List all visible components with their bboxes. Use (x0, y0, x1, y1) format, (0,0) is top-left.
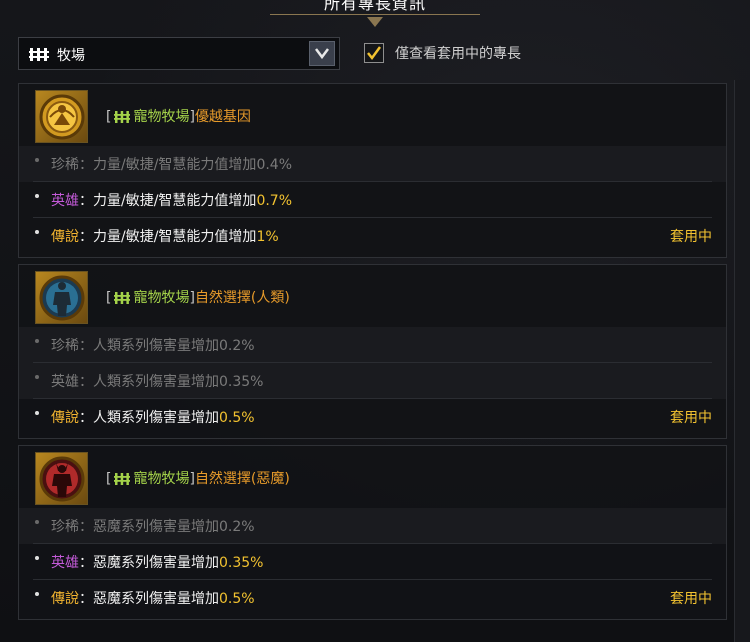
tier-row-legend: 傳說：力量/敏捷/智慧能力值增加1% 套用中 (33, 218, 712, 254)
scrollbar-track[interactable] (734, 80, 750, 642)
skill-card: [寵物牧場]優越基因 珍稀：力量/敏捷/智慧能力值增加0.4% 英雄：力量/敏捷… (18, 83, 727, 258)
skill-card: [寵物牧場]自然選擇(人類) 珍稀：人類系列傷害量增加0.2% 英雄：人類系列傷… (18, 264, 727, 439)
fence-icon (29, 46, 49, 66)
skill-title: [寵物牧場]自然選擇(惡魔) (106, 471, 290, 489)
tier-row-rare: 珍稀：人類系列傷害量增加0.2% (19, 327, 726, 363)
fence-icon (114, 472, 131, 489)
applied-only-label: 僅查看套用中的專長 (395, 46, 521, 62)
human-figure-icon (35, 271, 88, 324)
tier-row-rare: 珍稀：力量/敏捷/智慧能力值增加0.4% (19, 146, 726, 182)
tier-row-hero: 英雄：力量/敏捷/智慧能力值增加0.7% (33, 182, 712, 218)
fence-icon (114, 291, 131, 308)
tier-row-legend: 傳說：人類系列傷害量增加0.5% 套用中 (33, 399, 712, 435)
window-title: 所有專長資訊 (323, 0, 426, 13)
tier-row-hero: 英雄：人類系列傷害量增加0.35% (19, 363, 726, 399)
category-dropdown[interactable]: 牧場 (18, 37, 340, 70)
checkmark-icon (367, 46, 382, 61)
demon-figure-icon (35, 452, 88, 505)
applied-status: 套用中 (670, 410, 712, 426)
golden-gene-icon (35, 90, 88, 143)
window-title-bar: 所有專長資訊 (0, 0, 750, 30)
skill-name: 自然選擇(人類) (194, 290, 290, 306)
skill-name: 優越基因 (194, 109, 251, 125)
applied-only-checkbox[interactable] (364, 43, 384, 63)
chevron-down-icon[interactable] (309, 41, 335, 66)
skill-card: [寵物牧場]自然選擇(惡魔) 珍稀：惡魔系列傷害量增加0.2% 英雄：惡魔系列傷… (18, 445, 727, 620)
title-ornament (270, 14, 480, 31)
applied-status: 套用中 (670, 591, 712, 607)
fence-icon (114, 110, 131, 127)
skill-title: [寵物牧場]優越基因 (106, 109, 251, 127)
skill-name: 自然選擇(惡魔) (194, 471, 290, 487)
tier-row-legend: 傳說：惡魔系列傷害量增加0.5% 套用中 (33, 580, 712, 616)
tier-row-hero: 英雄：惡魔系列傷害量增加0.35% (33, 544, 712, 580)
applied-status: 套用中 (670, 229, 712, 245)
dropdown-selected-value: 牧場 (57, 48, 85, 64)
tier-row-rare: 珍稀：惡魔系列傷害量增加0.2% (19, 508, 726, 544)
skill-title: [寵物牧場]自然選擇(人類) (106, 290, 290, 308)
